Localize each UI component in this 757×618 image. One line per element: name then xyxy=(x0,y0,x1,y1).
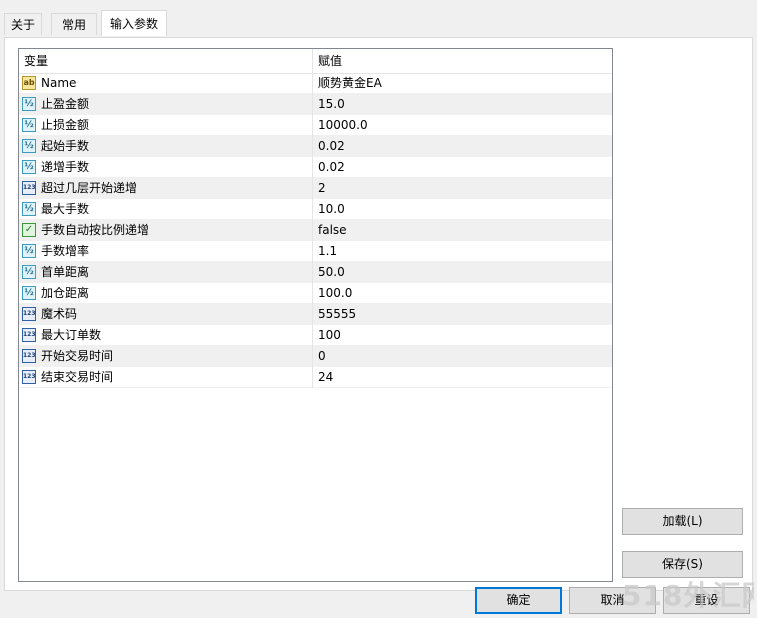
column-divider xyxy=(312,325,313,346)
parameter-row[interactable]: 123 结束交易时间 24 xyxy=(19,367,612,388)
parameter-name: 魔术码 xyxy=(41,307,78,321)
double-type-icon: ½ xyxy=(22,139,36,153)
load-button-label: 加载(L) xyxy=(662,514,703,528)
parameter-row[interactable]: ½ 加仓距离 100.0 xyxy=(19,283,612,304)
column-divider xyxy=(312,346,313,367)
parameter-name: 止损金额 xyxy=(41,118,90,132)
parameter-name: 最大手数 xyxy=(41,202,90,216)
parameter-row[interactable]: ✓ 手数自动按比例递增 false xyxy=(19,220,612,241)
parameter-value[interactable]: 10.0 xyxy=(318,199,345,220)
column-divider xyxy=(312,283,313,304)
parameter-value[interactable]: 15.0 xyxy=(318,94,345,115)
column-divider xyxy=(312,178,313,199)
parameter-value[interactable]: 24 xyxy=(318,367,333,388)
parameter-value[interactable]: 顺势黄金EA xyxy=(318,73,382,94)
parameter-value[interactable]: 2 xyxy=(318,178,326,199)
boolean-type-icon: ✓ xyxy=(22,223,36,237)
tab-inputs-label: 输入参数 xyxy=(109,17,158,31)
parameter-row[interactable]: ½ 止盈金额 15.0 xyxy=(19,94,612,115)
tab-inputs[interactable]: 输入参数 xyxy=(101,10,167,36)
column-divider xyxy=(312,115,313,136)
save-button[interactable]: 保存(S) xyxy=(622,551,743,578)
ok-button[interactable]: 确定 xyxy=(475,587,562,614)
parameter-grid[interactable]: 变量 赋值 ab Name 顺势黄金EA ½ 止盈金额 15.0 ½ 止损金额 10000.0 ½… xyxy=(18,48,613,582)
parameter-name: 手数自动按比例递增 xyxy=(41,223,150,237)
grid-header: 变量 赋值 xyxy=(19,49,612,74)
save-button-label: 保存(S) xyxy=(662,557,703,571)
column-divider xyxy=(312,262,313,283)
column-divider xyxy=(312,199,313,220)
load-button[interactable]: 加载(L) xyxy=(622,508,743,535)
parameter-value[interactable]: 100 xyxy=(318,325,341,346)
cancel-button[interactable]: 取消 xyxy=(569,587,656,614)
parameter-value[interactable]: false xyxy=(318,220,347,241)
parameter-row[interactable]: ½ 止损金额 10000.0 xyxy=(19,115,612,136)
header-variable[interactable]: 变量 xyxy=(24,49,48,73)
parameter-row[interactable]: ½ 递增手数 0.02 xyxy=(19,157,612,178)
parameter-value[interactable]: 0.02 xyxy=(318,157,345,178)
tab-common-label: 常用 xyxy=(61,18,86,32)
double-type-icon: ½ xyxy=(22,202,36,216)
ok-button-label: 确定 xyxy=(506,593,531,607)
parameter-row[interactable]: 123 魔术码 55555 xyxy=(19,304,612,325)
integer-type-icon: 123 xyxy=(22,307,36,321)
parameter-name: 最大订单数 xyxy=(41,328,102,342)
parameter-name: 结束交易时间 xyxy=(41,370,114,384)
parameter-value[interactable]: 50.0 xyxy=(318,262,345,283)
parameter-value[interactable]: 1.1 xyxy=(318,241,337,262)
parameter-value[interactable]: 10000.0 xyxy=(318,115,368,136)
parameter-name: 首单距离 xyxy=(41,265,90,279)
parameter-row[interactable]: 123 开始交易时间 0 xyxy=(19,346,612,367)
parameter-name: 止盈金额 xyxy=(41,97,90,111)
parameter-row[interactable]: ½ 最大手数 10.0 xyxy=(19,199,612,220)
double-type-icon: ½ xyxy=(22,265,36,279)
reset-button[interactable]: 重设 xyxy=(663,587,750,614)
tab-about[interactable]: 关于 xyxy=(4,13,42,35)
column-divider xyxy=(312,241,313,262)
parameter-row[interactable]: ab Name 顺势黄金EA xyxy=(19,73,612,94)
double-type-icon: ½ xyxy=(22,160,36,174)
parameter-name: 开始交易时间 xyxy=(41,349,114,363)
column-divider xyxy=(312,94,313,115)
parameter-value[interactable]: 0 xyxy=(318,346,326,367)
parameter-name: 超过几层开始递增 xyxy=(41,181,138,195)
column-divider xyxy=(312,157,313,178)
parameter-name: 递增手数 xyxy=(41,160,90,174)
double-type-icon: ½ xyxy=(22,286,36,300)
parameter-name: 加仓距离 xyxy=(41,286,90,300)
parameter-row[interactable]: ½ 起始手数 0.02 xyxy=(19,136,612,157)
integer-type-icon: 123 xyxy=(22,370,36,384)
cancel-button-label: 取消 xyxy=(600,593,625,607)
reset-button-label: 重设 xyxy=(694,593,719,607)
parameter-value[interactable]: 55555 xyxy=(318,304,356,325)
string-type-icon: ab xyxy=(22,76,36,90)
parameter-value[interactable]: 0.02 xyxy=(318,136,345,157)
parameter-name: Name xyxy=(41,76,77,90)
header-value[interactable]: 赋值 xyxy=(318,49,342,73)
parameter-row[interactable]: 123 最大订单数 100 xyxy=(19,325,612,346)
parameter-row[interactable]: ½ 手数增率 1.1 xyxy=(19,241,612,262)
column-divider xyxy=(312,73,313,94)
double-type-icon: ½ xyxy=(22,118,36,132)
parameter-row[interactable]: ½ 首单距离 50.0 xyxy=(19,262,612,283)
integer-type-icon: 123 xyxy=(22,181,36,195)
column-divider xyxy=(312,367,313,388)
tab-common[interactable]: 常用 xyxy=(51,13,97,35)
parameter-value[interactable]: 100.0 xyxy=(318,283,352,304)
parameter-name: 手数增率 xyxy=(41,244,90,258)
double-type-icon: ½ xyxy=(22,244,36,258)
header-divider[interactable] xyxy=(312,49,313,73)
tab-about-label: 关于 xyxy=(10,18,35,32)
column-divider xyxy=(312,136,313,157)
integer-type-icon: 123 xyxy=(22,349,36,363)
column-divider xyxy=(312,304,313,325)
parameter-name: 起始手数 xyxy=(41,139,90,153)
double-type-icon: ½ xyxy=(22,97,36,111)
column-divider xyxy=(312,220,313,241)
parameter-row[interactable]: 123 超过几层开始递增 2 xyxy=(19,178,612,199)
integer-type-icon: 123 xyxy=(22,328,36,342)
